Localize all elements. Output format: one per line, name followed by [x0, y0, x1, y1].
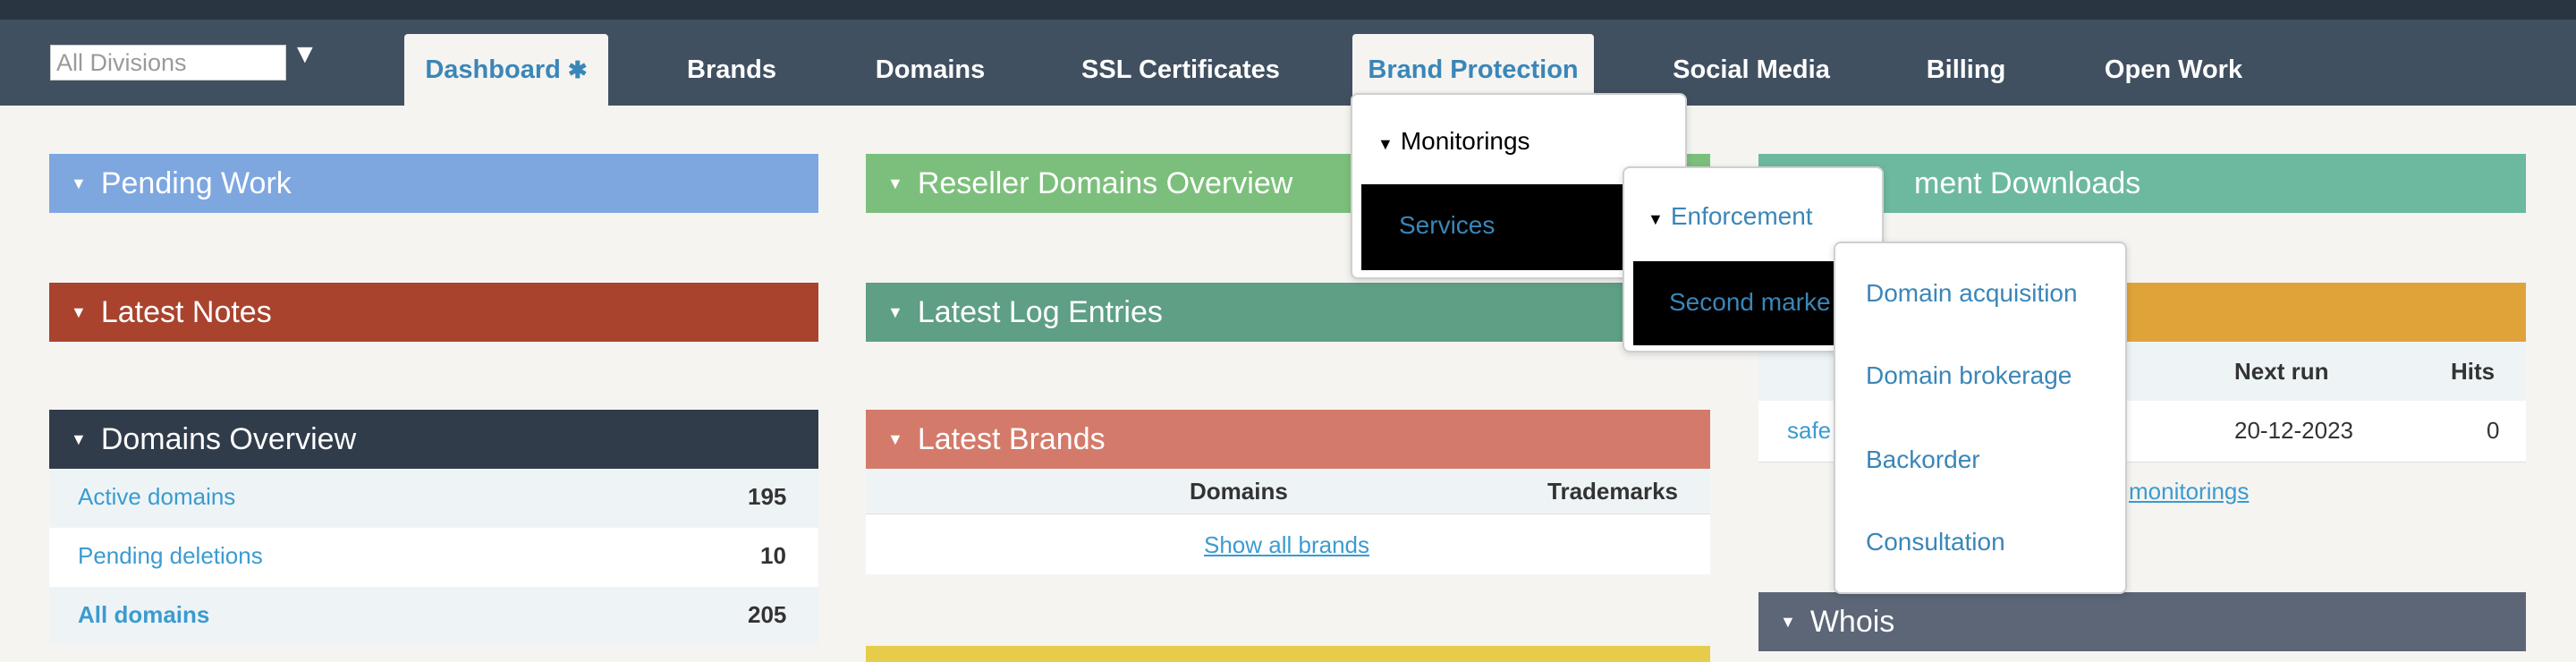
tab-social-media[interactable]: Social Media — [1664, 34, 1839, 106]
active-domains-count: 195 — [748, 483, 787, 510]
top-strip — [0, 0, 2576, 20]
monitoring-name-link[interactable]: safe — [1787, 417, 1831, 445]
tab-label: Open Work — [2104, 55, 2243, 84]
tab-label: Domains — [875, 55, 986, 84]
caret-down-icon: ▼ — [1780, 612, 1796, 631]
menu-item-monitorings[interactable]: ▼ Monitorings — [1377, 127, 1530, 156]
menu-item-backorder[interactable]: Backorder — [1866, 446, 1980, 474]
panel-title: Pending Work — [100, 166, 292, 200]
menu-label: Services — [1399, 211, 1496, 239]
panel-title: Whois — [1809, 604, 1895, 639]
column-next-run: Next run — [2234, 358, 2329, 385]
tab-label: Brand Protection — [1368, 55, 1579, 84]
panel-whois-header[interactable]: ▼ Whois — [1758, 592, 2526, 651]
panel-title: Latest Brands — [917, 421, 1106, 456]
tab-dashboard[interactable]: Dashboard ✱ — [404, 34, 608, 106]
menu-item-consultation[interactable]: Consultation — [1866, 528, 2005, 556]
menu-label: Monitorings — [1400, 127, 1530, 155]
menu-item-domain-acquisition[interactable]: Domain acquisition — [1866, 279, 2078, 308]
tab-ssl-certificates[interactable]: SSL Certificates — [1059, 34, 1302, 106]
gear-icon: ✱ — [567, 55, 588, 83]
panel-pending-work-header[interactable]: ▼ Pending Work — [49, 154, 818, 213]
panel-title: Latest Log Entries — [917, 294, 1163, 329]
monitoring-hits: 0 — [2487, 417, 2500, 444]
panel-title: Reseller Domains Overview — [917, 166, 1293, 200]
second-market-submenu: Domain acquisition Domain brokerage Back… — [1834, 242, 2127, 594]
caret-down-icon: ▼ — [71, 174, 87, 192]
panel-title: Latest Notes — [100, 294, 272, 329]
column-domains: Domains — [1190, 478, 1288, 505]
panel-title: Domains Overview — [100, 421, 357, 456]
panel-domains-overview-header[interactable]: ▼ Domains Overview — [49, 410, 818, 469]
panel-title: ment Downloads — [1914, 166, 2141, 200]
tab-domains[interactable]: Domains — [841, 34, 1020, 106]
tab-label: Billing — [1926, 55, 2006, 84]
caret-down-icon: ▼ — [71, 429, 87, 448]
caret-down-icon: ▼ — [1648, 210, 1664, 228]
tab-brands[interactable]: Brands — [644, 34, 819, 106]
menu-item-domain-brokerage[interactable]: Domain brokerage — [1866, 361, 2072, 390]
caret-down-icon: ▼ — [887, 302, 903, 321]
all-domains-link[interactable]: All domains — [78, 601, 209, 629]
menu-label: Second marke — [1669, 288, 1831, 316]
panel-yellow-header[interactable] — [866, 646, 1710, 662]
show-all-brands-link[interactable]: Show all brands — [1204, 531, 1369, 559]
division-select[interactable]: All Divisions — [50, 45, 286, 81]
panel-latest-notes-header[interactable]: ▼ Latest Notes — [49, 283, 818, 342]
panel-latest-brands-header[interactable]: ▼ Latest Brands — [866, 410, 1710, 469]
pending-deletions-count: 10 — [760, 542, 786, 569]
menu-label: Enforcement — [1670, 202, 1813, 230]
tab-label: SSL Certificates — [1081, 55, 1280, 84]
active-domains-link[interactable]: Active domains — [78, 483, 235, 511]
chevron-down-icon[interactable]: ▼ — [292, 39, 318, 70]
tab-billing[interactable]: Billing — [1914, 34, 2018, 106]
tab-label: Brands — [687, 55, 776, 84]
column-hits: Hits — [2451, 358, 2496, 385]
caret-down-icon: ▼ — [887, 174, 903, 192]
caret-down-icon: ▼ — [71, 302, 87, 321]
pending-deletions-link[interactable]: Pending deletions — [78, 542, 263, 570]
caret-down-icon: ▼ — [1377, 135, 1394, 153]
menu-item-enforcement[interactable]: ▼ Enforcement — [1648, 202, 1813, 231]
panel-log-entries-header[interactable]: ▼ Latest Log Entries — [866, 283, 1710, 342]
show-all-monitorings-link[interactable]: monitorings — [2129, 478, 2249, 505]
tab-open-work[interactable]: Open Work — [2084, 34, 2263, 106]
tab-label: Dashboard — [425, 55, 561, 84]
tab-label: Social Media — [1673, 55, 1830, 84]
all-domains-count: 205 — [748, 601, 787, 628]
monitoring-next-run: 20-12-2023 — [2234, 417, 2353, 444]
column-trademarks: Trademarks — [1547, 478, 1678, 505]
caret-down-icon: ▼ — [887, 429, 903, 448]
